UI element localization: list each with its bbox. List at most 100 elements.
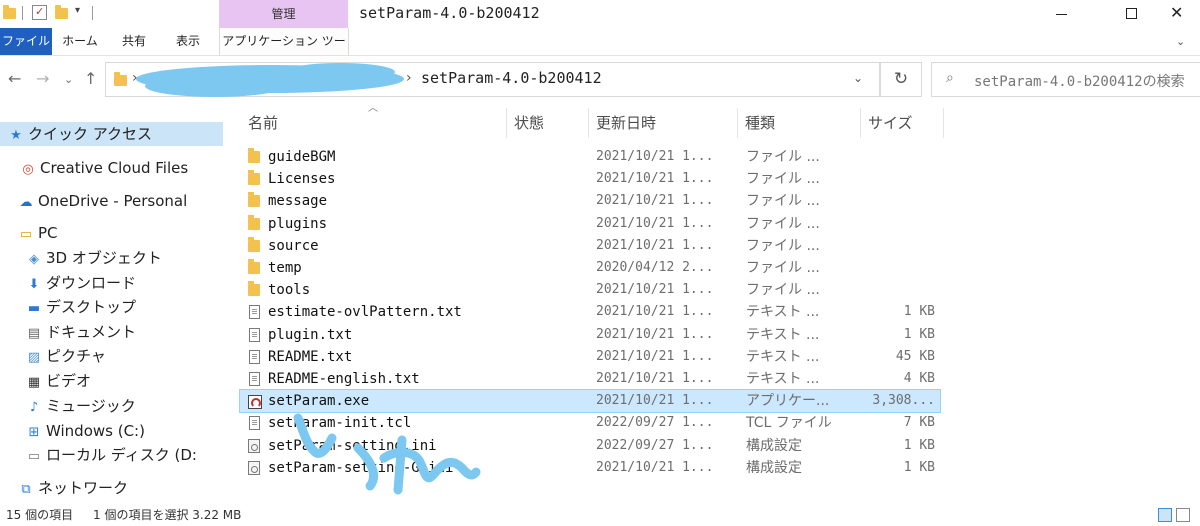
navigation-scrollbar[interactable] [224,105,230,505]
address-bar[interactable]: › › setParam-4.0-b200412 ⌄ [105,62,880,97]
file-row[interactable]: message 2021/10/21 1... ファイル ... [240,190,940,212]
file-row[interactable]: estimate-ovlPattern.txt 2021/10/21 1... テキ… [240,301,940,323]
nav-item-label: ピクチャ [46,347,106,365]
column-header-name[interactable]: 名前 [248,108,278,138]
folder-icon [248,237,260,252]
nav-item-label: クイック アクセス [28,125,153,143]
file-name: setParam-init.tcl [268,415,412,431]
file-row[interactable]: setParam-setting.ini 2022/09/27 1... 構成設定 1… [240,435,940,457]
tab-view[interactable]: 表示 [166,28,210,55]
star-icon: ★ [10,128,22,143]
column-separator[interactable] [860,108,861,138]
back-button[interactable]: ← [8,69,21,88]
file-name: plugins [268,216,328,232]
file-row[interactable]: README.txt 2021/10/21 1... テキスト ... 45 KB [240,346,940,368]
nav-item-3d-objects[interactable]: ◈ 3D オブジェクト [26,246,162,270]
column-headers: 名前 状態 更新日時 種類 サイズ [238,108,948,138]
status-bar: 15 個の項目 1 個の項目を選択 3.22 MB [0,505,1200,526]
column-separator[interactable] [588,108,589,138]
file-type: テキスト ... [746,304,820,320]
nav-item-local-disk-d[interactable]: ▭ ローカル ディスク (D: [26,443,197,467]
column-header-size[interactable]: サイズ [868,108,913,138]
recent-locations-button[interactable]: ⌄ [64,73,73,86]
search-box[interactable]: ⌕ setParam-4.0-b200412の検索 [931,62,1200,97]
nav-item-label: OneDrive - Personal [38,192,188,210]
nav-item-onedrive[interactable]: ☁ OneDrive - Personal [18,189,188,213]
file-list: guideBGM 2021/10/21 1... ファイル ... Licenses 2… [239,146,945,486]
file-row[interactable]: setParam.exe 2021/10/21 1... アプリケー... 3,308… [239,389,941,413]
file-row[interactable]: README-english.txt 2021/10/21 1... テキスト ..… [240,368,940,390]
nav-item-pictures[interactable]: ▨ ピクチャ [26,344,106,368]
nav-item-documents[interactable]: ▤ ドキュメント [26,320,136,344]
column-header-status[interactable]: 状態 [514,108,544,138]
file-row[interactable]: plugins 2021/10/21 1... ファイル ... [240,213,940,235]
forward-button[interactable]: → [36,69,49,88]
address-dropdown-icon[interactable]: ⌄ [853,71,863,85]
tab-share[interactable]: 共有 [112,28,156,55]
maximize-button[interactable] [1108,0,1154,28]
nav-item-creative-cloud[interactable]: ◎ Creative Cloud Files [20,156,188,180]
properties-icon[interactable]: ✓ [32,5,47,20]
column-header-type[interactable]: 種類 [745,108,775,138]
close-button[interactable]: ✕ [1154,0,1200,28]
column-header-date[interactable]: 更新日時 [596,108,656,138]
nav-item-network[interactable]: ⧉ ネットワーク [18,476,128,500]
nav-item-downloads[interactable]: ⬇ ダウンロード [26,271,136,295]
nav-item-videos[interactable]: ▦ ビデオ [26,369,91,393]
file-row[interactable]: setParam-setting-G.ini 2021/10/21 1... 構成設… [240,457,940,479]
file-size: 1 KB [903,304,935,319]
file-row[interactable]: tools 2021/10/21 1... ファイル ... [240,279,940,301]
file-date: 2021/10/21 1... [596,216,714,231]
nav-item-label: ローカル ディスク (D: [46,446,197,464]
column-separator[interactable] [737,108,738,138]
file-date: 2021/10/21 1... [596,193,714,208]
file-date: 2022/09/27 1... [596,438,714,453]
folder-icon [248,215,260,230]
large-icons-view-icon[interactable] [1176,508,1190,522]
details-view-icon[interactable] [1158,508,1172,522]
file-date: 2021/10/21 1... [596,371,714,386]
chevron-right-icon[interactable]: › [406,70,412,86]
file-name: setParam-setting.ini [268,438,437,454]
chevron-right-icon[interactable]: › [132,70,138,86]
file-size: 4 KB [903,371,935,386]
customize-quick-access-icon[interactable]: ▾ [75,5,80,16]
refresh-button[interactable]: ↻ [880,62,922,97]
file-row[interactable]: guideBGM 2021/10/21 1... ファイル ... [240,146,940,168]
file-date: 2021/10/21 1... [596,327,714,342]
file-row[interactable]: Licenses 2021/10/21 1... ファイル ... [240,168,940,190]
window-title: setParam-4.0-b200412 [359,4,540,22]
tab-home[interactable]: ホーム [58,28,102,55]
tab-application-tools[interactable]: アプリケーション ツール [219,28,349,75]
new-folder-icon[interactable] [55,5,68,19]
config-file-icon [248,461,260,475]
file-type: ファイル ... [746,238,820,254]
expand-ribbon-button[interactable]: ⌄ [1174,31,1194,51]
manage-tab[interactable]: 管理 [219,0,348,28]
address-path-current[interactable]: setParam-4.0-b200412 [421,69,602,87]
nav-item-pc[interactable]: ▭ PC [18,221,58,245]
text-file-icon [249,372,260,386]
nav-item-desktop[interactable]: ▬ デスクトップ [26,295,136,319]
nav-item-quick-access[interactable]: ★ クイック アクセス [0,122,223,146]
up-button[interactable]: ↑ [84,69,97,88]
nav-item-music[interactable]: ♪ ミュージック [26,394,136,418]
status-selection: 1 個の項目を選択 3.22 MB [93,508,242,522]
file-size: 3,308... [872,393,935,408]
column-separator[interactable] [506,108,507,138]
tab-file[interactable]: ファイル [0,28,52,55]
nav-item-label: PC [38,224,58,242]
file-row[interactable]: setParam-init.tcl 2022/09/27 1... TCL ファイル… [240,412,940,434]
file-row[interactable]: source 2021/10/21 1... ファイル ... [240,235,940,257]
file-row[interactable]: temp 2020/04/12 2... ファイル ... [240,257,940,279]
file-date: 2021/10/21 1... [596,460,714,475]
minimize-button[interactable] [1038,0,1084,28]
file-type: ファイル ... [746,282,820,298]
column-separator[interactable] [943,108,944,138]
drive-icon: ▭ [27,449,41,464]
file-date: 2021/10/21 1... [596,238,714,253]
file-row[interactable]: plugin.txt 2021/10/21 1... テキスト ... 1 KB [240,324,940,346]
nav-item-windows-c[interactable]: ⊞ Windows (C:) [26,419,145,443]
folder-icon[interactable] [3,5,16,19]
search-input[interactable]: setParam-4.0-b200412の検索 [974,71,1185,91]
